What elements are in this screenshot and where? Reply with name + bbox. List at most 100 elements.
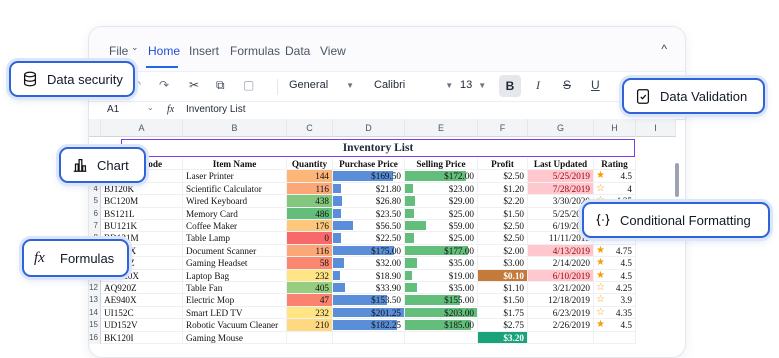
- cell-qty[interactable]: 232: [287, 306, 333, 320]
- tab-view[interactable]: View: [320, 44, 346, 58]
- cell-profit[interactable]: $2.50: [478, 170, 528, 183]
- col-header-h[interactable]: H: [594, 119, 636, 137]
- row-header[interactable]: 14: [89, 306, 101, 320]
- cell-rating[interactable]: ★ 4.5: [594, 319, 636, 332]
- cell-name[interactable]: Wired Keyboard: [183, 195, 287, 208]
- cell-qty[interactable]: 144: [287, 170, 333, 183]
- cell-profit[interactable]: $1.20: [478, 182, 528, 196]
- cell-qty[interactable]: 0: [287, 232, 333, 245]
- cell-date[interactable]: [528, 331, 594, 344]
- cell-qty[interactable]: 486: [287, 207, 333, 220]
- cell-code[interactable]: BJ120K: [101, 182, 183, 196]
- row-header[interactable]: 12: [89, 282, 101, 295]
- cell-profit[interactable]: $3.20: [478, 331, 528, 344]
- cell-name[interactable]: Document Scanner: [183, 244, 287, 258]
- cell-pp[interactable]: [333, 331, 405, 344]
- cell-date[interactable]: 2/14/2020: [528, 257, 594, 270]
- cell-rating[interactable]: [594, 331, 636, 344]
- cell-code[interactable]: AE940X: [101, 294, 183, 307]
- column-title[interactable]: Rating: [594, 158, 636, 171]
- cell-rating[interactable]: ☆ 4.25: [594, 282, 636, 295]
- cell-pp[interactable]: $22.50: [333, 232, 405, 245]
- cell-name[interactable]: Coffee Maker: [183, 220, 287, 233]
- column-title[interactable]: Profit: [478, 158, 528, 171]
- cell-qty[interactable]: 438: [287, 195, 333, 208]
- select-all-corner[interactable]: [89, 119, 101, 137]
- cell-qty[interactable]: 176: [287, 220, 333, 233]
- cell-pp[interactable]: $32.00: [333, 257, 405, 270]
- strikethrough-button[interactable]: S: [563, 78, 571, 92]
- cell-rating[interactable]: ☆4: [594, 182, 636, 196]
- cell-profit[interactable]: $2.75: [478, 319, 528, 332]
- cell-code[interactable]: AQ920Z: [101, 282, 183, 295]
- sheet-title-cell[interactable]: Inventory List: [121, 139, 635, 157]
- tab-formulas[interactable]: Formulas: [230, 44, 280, 58]
- cell-sp[interactable]: $172.00: [405, 170, 478, 183]
- cell-profit[interactable]: $1.10: [478, 282, 528, 295]
- redo-icon[interactable]: ↷: [159, 78, 169, 92]
- cell-sp[interactable]: [405, 331, 478, 344]
- cell-qty[interactable]: 47: [287, 294, 333, 307]
- cell-sp[interactable]: $25.00: [405, 232, 478, 245]
- cell-sp[interactable]: $19.00: [405, 269, 478, 282]
- cell-pp[interactable]: $169.50: [333, 170, 405, 183]
- column-title[interactable]: Last Updated: [528, 158, 594, 171]
- cell-name[interactable]: Smart LED TV: [183, 306, 287, 320]
- col-header-c[interactable]: C: [287, 119, 333, 137]
- collapse-ribbon-icon[interactable]: ^: [661, 42, 667, 56]
- col-header-e[interactable]: E: [405, 119, 478, 137]
- cell-pp[interactable]: $201.25: [333, 306, 405, 320]
- cell-sp[interactable]: $155.00: [405, 294, 478, 307]
- cell-code[interactable]: BC120M: [101, 195, 183, 208]
- cell-pp[interactable]: $23.50: [333, 207, 405, 220]
- cell-qty[interactable]: [287, 331, 333, 344]
- row-header[interactable]: 4: [89, 182, 101, 196]
- cell-code[interactable]: UI152C: [101, 306, 183, 320]
- row-header[interactable]: 7: [89, 220, 101, 233]
- column-title[interactable]: Selling Price: [405, 158, 478, 171]
- cell-name[interactable]: Gaming Mouse: [183, 331, 287, 344]
- cell-profit[interactable]: $2.50: [478, 232, 528, 245]
- number-format-dropdown[interactable]: General ▼: [289, 79, 354, 91]
- col-header-f[interactable]: F: [478, 119, 528, 137]
- cell-qty[interactable]: 116: [287, 182, 333, 196]
- cell-name[interactable]: Memory Card: [183, 207, 287, 220]
- row-header[interactable]: 13: [89, 294, 101, 307]
- cell-pp[interactable]: $21.80: [333, 182, 405, 196]
- function-icon[interactable]: fx: [167, 104, 174, 115]
- cell-sp[interactable]: $177.00: [405, 244, 478, 258]
- cell-name[interactable]: Laptop Bag: [183, 269, 287, 282]
- cell-qty[interactable]: 405: [287, 282, 333, 295]
- col-header-a[interactable]: A: [101, 119, 183, 137]
- row-header[interactable]: 6: [89, 207, 101, 220]
- cell-date[interactable]: 4/13/2019: [528, 244, 594, 258]
- vertical-scrollbar[interactable]: [675, 163, 679, 197]
- col-header-d[interactable]: D: [333, 119, 405, 137]
- cell-name[interactable]: Scientific Calculator: [183, 182, 287, 196]
- cell-pp[interactable]: $26.80: [333, 195, 405, 208]
- cell-rating[interactable]: ☆ 3.9: [594, 294, 636, 307]
- cell-rating[interactable]: ★ 4.5: [594, 269, 636, 282]
- cell-qty[interactable]: 232: [287, 269, 333, 282]
- paste-icon[interactable]: ▢: [243, 78, 254, 92]
- cell-code[interactable]: UD152V: [101, 319, 183, 332]
- cell-rating[interactable]: ★ 4.5: [594, 170, 636, 183]
- cell-pp[interactable]: $33.90: [333, 282, 405, 295]
- cell-qty[interactable]: 210: [287, 319, 333, 332]
- cell-profit[interactable]: $2.50: [478, 220, 528, 233]
- cell-date[interactable]: 7/28/2019: [528, 182, 594, 196]
- tab-home[interactable]: Home: [148, 44, 180, 58]
- cell-date[interactable]: 12/18/2019: [528, 294, 594, 307]
- cell-qty[interactable]: 58: [287, 257, 333, 270]
- col-header-g[interactable]: G: [528, 119, 594, 137]
- cell-name[interactable]: Robotic Vacuum Cleaner: [183, 319, 287, 332]
- column-title[interactable]: Purchase Price: [333, 158, 405, 171]
- tab-insert[interactable]: Insert: [189, 44, 219, 58]
- cell-date[interactable]: 6/23/2019: [528, 306, 594, 320]
- cell-sp[interactable]: $185.00: [405, 319, 478, 332]
- column-title[interactable]: Quantity: [287, 158, 333, 171]
- cell-sp[interactable]: $203.00: [405, 306, 478, 320]
- cell-profit[interactable]: $1.75: [478, 306, 528, 320]
- cell-date[interactable]: 2/26/2019: [528, 319, 594, 332]
- cell-pp[interactable]: $182.25: [333, 319, 405, 332]
